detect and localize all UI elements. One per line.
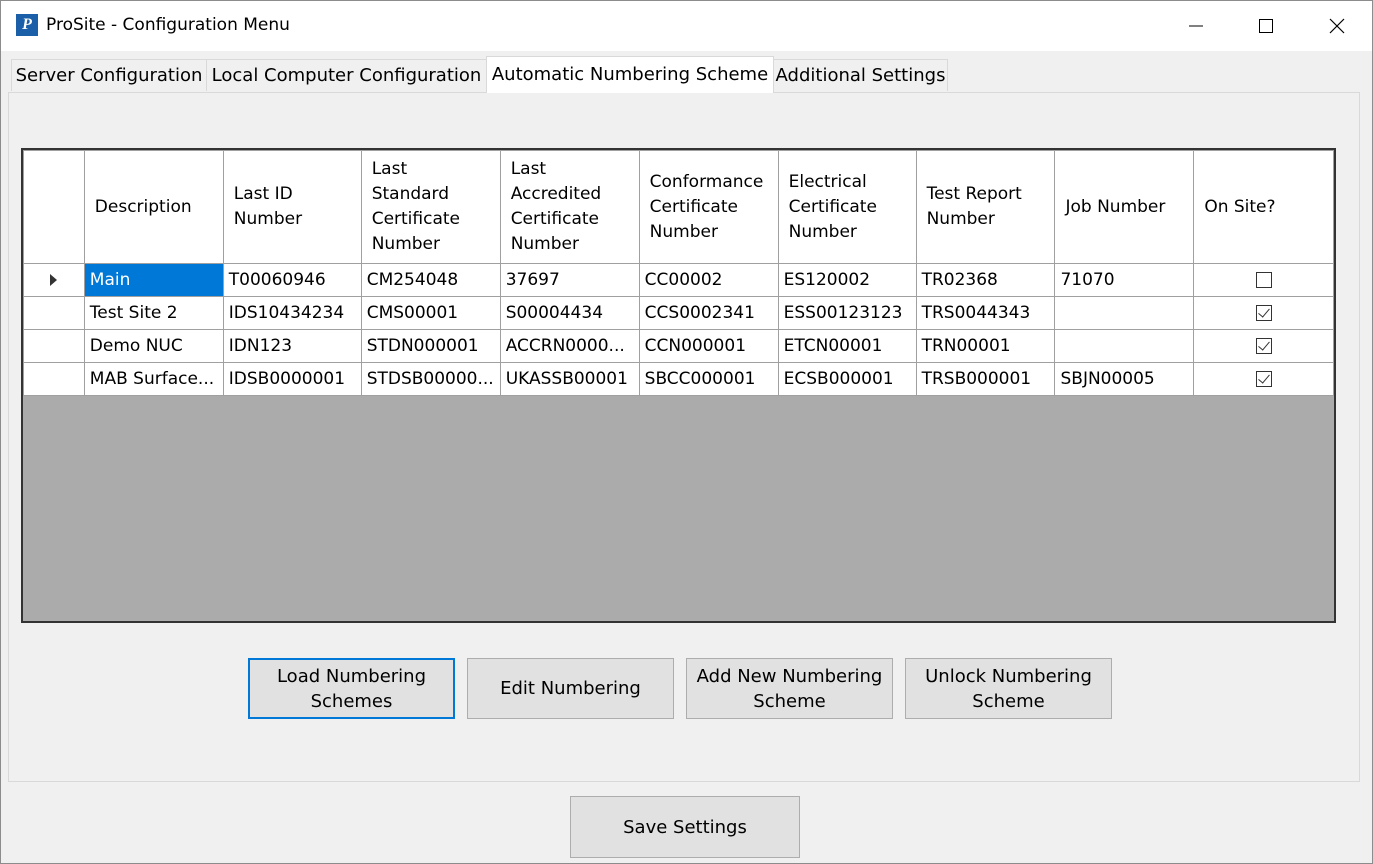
current-row-arrow-icon bbox=[50, 274, 58, 286]
minimize-button[interactable] bbox=[1161, 1, 1231, 51]
column-header-last-accredited-certificate-number[interactable]: Last Accredited Certificate Number bbox=[499, 150, 640, 264]
cell-test-report-number[interactable]: TRSB000001 bbox=[915, 362, 1056, 396]
load-numbering-schemes-button[interactable]: Load Numbering Schemes bbox=[248, 658, 455, 719]
on-site-checkbox[interactable] bbox=[1255, 338, 1272, 354]
column-header-conformance-certificate-number[interactable]: Conformance Certificate Number bbox=[638, 150, 779, 264]
cell-test-report-number[interactable]: TR02368 bbox=[915, 263, 1056, 297]
tab-server-configuration[interactable]: Server Configuration bbox=[11, 59, 207, 91]
cell-last-standard-certificate-number[interactable]: CMS00001 bbox=[360, 296, 501, 330]
maximize-button[interactable] bbox=[1231, 1, 1301, 51]
cell-test-report-number[interactable]: TRN00001 bbox=[915, 329, 1056, 363]
config-window: P ProSite - Configuration Menu Server Co… bbox=[0, 0, 1373, 864]
cell-last-accredited-certificate-number[interactable]: ACCRN0000... bbox=[499, 329, 640, 363]
cell-last-accredited-certificate-number[interactable]: UKASSB00001 bbox=[499, 362, 640, 396]
cell-last-standard-certificate-number[interactable]: STDN000001 bbox=[360, 329, 501, 363]
save-settings-button[interactable]: Save Settings bbox=[570, 796, 800, 858]
column-header-job-number[interactable]: Job Number bbox=[1054, 150, 1195, 264]
header-row: Description Last ID Number Last Standard… bbox=[23, 150, 1334, 264]
tab-additional-settings[interactable]: Additional Settings bbox=[773, 59, 948, 91]
cell-job-number[interactable]: 71070 bbox=[1054, 263, 1195, 297]
cell-electrical-certificate-number[interactable]: ETCN00001 bbox=[777, 329, 917, 363]
cell-electrical-certificate-number[interactable]: ES120002 bbox=[777, 263, 917, 297]
cell-job-number[interactable] bbox=[1054, 329, 1195, 363]
column-header-description[interactable]: Description bbox=[83, 150, 224, 264]
table-row[interactable]: Test Site 2 IDS10434234 CMS00001 S000044… bbox=[23, 296, 1334, 330]
cell-on-site[interactable] bbox=[1193, 296, 1334, 330]
numbering-scheme-grid[interactable]: Description Last ID Number Last Standard… bbox=[21, 148, 1336, 623]
tab-local-computer-configuration[interactable]: Local Computer Configuration bbox=[206, 59, 487, 91]
cell-conformance-certificate-number[interactable]: CCS0002341 bbox=[638, 296, 779, 330]
add-new-numbering-scheme-button[interactable]: Add New Numbering Scheme bbox=[686, 658, 893, 719]
on-site-checkbox[interactable] bbox=[1255, 371, 1272, 387]
cell-test-report-number[interactable]: TRS0044343 bbox=[915, 296, 1056, 330]
cell-electrical-certificate-number[interactable]: ECSB000001 bbox=[777, 362, 917, 396]
table-row[interactable]: MAB Surface... IDSB0000001 STDSB00000...… bbox=[23, 362, 1334, 396]
close-icon bbox=[1329, 18, 1345, 34]
row-header[interactable] bbox=[23, 362, 85, 396]
cell-description[interactable]: Test Site 2 bbox=[83, 296, 224, 330]
cell-conformance-certificate-number[interactable]: SBCC000001 bbox=[638, 362, 779, 396]
cell-job-number[interactable] bbox=[1054, 296, 1195, 330]
title-bar[interactable]: P ProSite - Configuration Menu bbox=[1, 1, 1372, 51]
close-button[interactable] bbox=[1302, 1, 1372, 51]
window-title: ProSite - Configuration Menu bbox=[46, 15, 290, 35]
cell-last-accredited-certificate-number[interactable]: S00004434 bbox=[499, 296, 640, 330]
cell-last-id-number[interactable]: IDN123 bbox=[222, 329, 362, 363]
minimize-icon bbox=[1189, 25, 1203, 27]
on-site-checkbox[interactable] bbox=[1255, 305, 1272, 321]
edit-numbering-button[interactable]: Edit Numbering bbox=[467, 658, 674, 719]
cell-on-site[interactable] bbox=[1193, 263, 1334, 297]
row-header[interactable] bbox=[23, 263, 85, 297]
numbering-table: Description Last ID Number Last Standard… bbox=[23, 150, 1334, 396]
cell-last-id-number[interactable]: T00060946 bbox=[222, 263, 362, 297]
cell-last-standard-certificate-number[interactable]: STDSB00000... bbox=[360, 362, 501, 396]
unlock-numbering-scheme-button[interactable]: Unlock Numbering Scheme bbox=[905, 658, 1112, 719]
tab-automatic-numbering-scheme[interactable]: Automatic Numbering Scheme bbox=[486, 56, 774, 93]
cell-last-standard-certificate-number[interactable]: CM254048 bbox=[360, 263, 501, 297]
cell-last-id-number[interactable]: IDSB0000001 bbox=[222, 362, 362, 396]
column-header-last-standard-certificate-number[interactable]: Last Standard Certificate Number bbox=[360, 150, 501, 264]
cell-description[interactable]: Demo NUC bbox=[83, 329, 224, 363]
cell-description[interactable]: Main bbox=[83, 263, 224, 297]
cell-last-id-number[interactable]: IDS10434234 bbox=[222, 296, 362, 330]
row-header[interactable] bbox=[23, 296, 85, 330]
on-site-checkbox[interactable] bbox=[1255, 272, 1272, 288]
cell-job-number[interactable]: SBJN00005 bbox=[1054, 362, 1195, 396]
column-header-on-site[interactable]: On Site? bbox=[1193, 150, 1334, 264]
table-row[interactable]: Main T00060946 CM254048 37697 CC00002 ES… bbox=[23, 263, 1334, 297]
cell-conformance-certificate-number[interactable]: CCN000001 bbox=[638, 329, 779, 363]
prosite-logo-icon: P bbox=[16, 14, 38, 36]
cell-on-site[interactable] bbox=[1193, 362, 1334, 396]
maximize-icon bbox=[1259, 19, 1273, 33]
row-header[interactable] bbox=[23, 329, 85, 363]
cell-electrical-certificate-number[interactable]: ESS00123123 bbox=[777, 296, 917, 330]
cell-description[interactable]: MAB Surface... bbox=[83, 362, 224, 396]
cell-on-site[interactable] bbox=[1193, 329, 1334, 363]
column-header-test-report-number[interactable]: Test Report Number bbox=[915, 150, 1056, 264]
cell-last-accredited-certificate-number[interactable]: 37697 bbox=[499, 263, 640, 297]
cell-conformance-certificate-number[interactable]: CC00002 bbox=[638, 263, 779, 297]
table-row[interactable]: Demo NUC IDN123 STDN000001 ACCRN0000... … bbox=[23, 329, 1334, 363]
column-header-last-id-number[interactable]: Last ID Number bbox=[222, 150, 362, 264]
column-header-electrical-certificate-number[interactable]: Electrical Certificate Number bbox=[777, 150, 917, 264]
row-header-corner bbox=[23, 150, 85, 264]
